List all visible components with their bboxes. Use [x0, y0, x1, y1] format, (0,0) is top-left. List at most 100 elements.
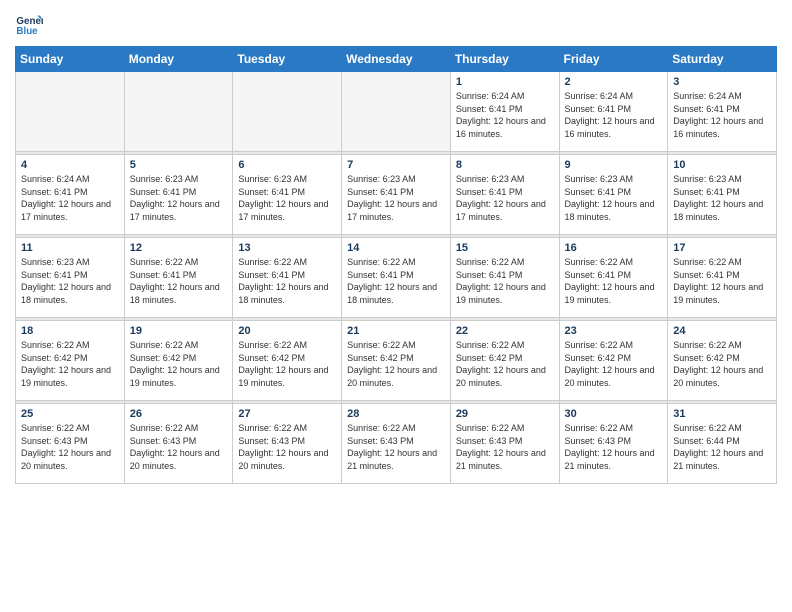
- day-cell: 10 Sunrise: 6:23 AMSunset: 6:41 PMDayligh…: [668, 155, 777, 235]
- day-number: 20: [238, 325, 336, 337]
- col-header-thursday: Thursday: [450, 47, 559, 72]
- day-number: 10: [673, 159, 771, 171]
- day-number: 19: [130, 325, 228, 337]
- week-row-3: 11 Sunrise: 6:23 AMSunset: 6:41 PMDayligh…: [16, 238, 777, 318]
- week-row-2: 4 Sunrise: 6:24 AMSunset: 6:41 PMDaylight…: [16, 155, 777, 235]
- logo: General Blue: [15, 10, 47, 38]
- day-info: Sunrise: 6:22 AMSunset: 6:41 PMDaylight:…: [238, 256, 336, 306]
- day-cell: 31 Sunrise: 6:22 AMSunset: 6:44 PMDayligh…: [668, 404, 777, 484]
- day-info: Sunrise: 6:23 AMSunset: 6:41 PMDaylight:…: [347, 173, 445, 223]
- col-header-friday: Friday: [559, 47, 668, 72]
- day-number: 16: [565, 242, 663, 254]
- day-cell: 16 Sunrise: 6:22 AMSunset: 6:41 PMDayligh…: [559, 238, 668, 318]
- day-info: Sunrise: 6:23 AMSunset: 6:41 PMDaylight:…: [130, 173, 228, 223]
- col-header-monday: Monday: [124, 47, 233, 72]
- week-row-4: 18 Sunrise: 6:22 AMSunset: 6:42 PMDayligh…: [16, 321, 777, 401]
- col-header-wednesday: Wednesday: [342, 47, 451, 72]
- day-info: Sunrise: 6:22 AMSunset: 6:41 PMDaylight:…: [673, 256, 771, 306]
- day-number: 14: [347, 242, 445, 254]
- day-info: Sunrise: 6:22 AMSunset: 6:43 PMDaylight:…: [347, 422, 445, 472]
- day-number: 4: [21, 159, 119, 171]
- day-info: Sunrise: 6:23 AMSunset: 6:41 PMDaylight:…: [673, 173, 771, 223]
- day-info: Sunrise: 6:24 AMSunset: 6:41 PMDaylight:…: [456, 90, 554, 140]
- svg-text:Blue: Blue: [16, 26, 38, 37]
- day-cell: 24Sunrise: 6:22 AMSunset: 6:42 PMDayligh…: [668, 321, 777, 401]
- day-number: 8: [456, 159, 554, 171]
- day-number: 12: [130, 242, 228, 254]
- day-cell: 28Sunrise: 6:22 AMSunset: 6:43 PMDayligh…: [342, 404, 451, 484]
- day-number: 26: [130, 408, 228, 420]
- day-info: Sunrise: 6:22 AMSunset: 6:43 PMDaylight:…: [130, 422, 228, 472]
- day-cell: 4 Sunrise: 6:24 AMSunset: 6:41 PMDaylight…: [16, 155, 125, 235]
- day-info: Sunrise: 6:23 AMSunset: 6:41 PMDaylight:…: [238, 173, 336, 223]
- day-cell: 8 Sunrise: 6:23 AMSunset: 6:41 PMDaylight…: [450, 155, 559, 235]
- day-info: Sunrise: 6:22 AMSunset: 6:41 PMDaylight:…: [347, 256, 445, 306]
- col-header-saturday: Saturday: [668, 47, 777, 72]
- day-number: 29: [456, 408, 554, 420]
- day-info: Sunrise: 6:22 AMSunset: 6:42 PMDaylight:…: [565, 339, 663, 389]
- day-info: Sunrise: 6:22 AMSunset: 6:41 PMDaylight:…: [130, 256, 228, 306]
- calendar-table: SundayMondayTuesdayWednesdayThursdayFrid…: [15, 46, 777, 484]
- day-info: Sunrise: 6:22 AMSunset: 6:43 PMDaylight:…: [565, 422, 663, 472]
- day-number: 7: [347, 159, 445, 171]
- day-cell: 11 Sunrise: 6:23 AMSunset: 6:41 PMDayligh…: [16, 238, 125, 318]
- day-cell: 12 Sunrise: 6:22 AMSunset: 6:41 PMDayligh…: [124, 238, 233, 318]
- day-info: Sunrise: 6:22 AMSunset: 6:42 PMDaylight:…: [347, 339, 445, 389]
- day-number: 5: [130, 159, 228, 171]
- day-info: Sunrise: 6:22 AMSunset: 6:42 PMDaylight:…: [21, 339, 119, 389]
- calendar-header-row: SundayMondayTuesdayWednesdayThursdayFrid…: [16, 47, 777, 72]
- day-info: Sunrise: 6:22 AMSunset: 6:43 PMDaylight:…: [456, 422, 554, 472]
- day-cell: 7 Sunrise: 6:23 AMSunset: 6:41 PMDaylight…: [342, 155, 451, 235]
- day-number: 1: [456, 76, 554, 88]
- day-info: Sunrise: 6:22 AMSunset: 6:44 PMDaylight:…: [673, 422, 771, 472]
- day-cell: 2Sunrise: 6:24 AMSunset: 6:41 PMDaylight…: [559, 72, 668, 152]
- day-cell: 1 Sunrise: 6:24 AMSunset: 6:41 PMDaylight…: [450, 72, 559, 152]
- day-info: Sunrise: 6:22 AMSunset: 6:41 PMDaylight:…: [456, 256, 554, 306]
- day-number: 27: [238, 408, 336, 420]
- day-info: Sunrise: 6:24 AMSunset: 6:41 PMDaylight:…: [21, 173, 119, 223]
- day-number: 6: [238, 159, 336, 171]
- day-number: 11: [21, 242, 119, 254]
- day-number: 22: [456, 325, 554, 337]
- day-cell: 18 Sunrise: 6:22 AMSunset: 6:42 PMDayligh…: [16, 321, 125, 401]
- day-number: 15: [456, 242, 554, 254]
- day-cell: 5 Sunrise: 6:23 AMSunset: 6:41 PMDaylight…: [124, 155, 233, 235]
- day-number: 17: [673, 242, 771, 254]
- day-number: 13: [238, 242, 336, 254]
- col-header-tuesday: Tuesday: [233, 47, 342, 72]
- day-info: Sunrise: 6:22 AMSunset: 6:42 PMDaylight:…: [238, 339, 336, 389]
- logo-icon: General Blue: [15, 10, 43, 38]
- day-cell: 23Sunrise: 6:22 AMSunset: 6:42 PMDayligh…: [559, 321, 668, 401]
- day-cell: [16, 72, 125, 152]
- day-cell: 17 Sunrise: 6:22 AMSunset: 6:41 PMDayligh…: [668, 238, 777, 318]
- day-info: Sunrise: 6:22 AMSunset: 6:41 PMDaylight:…: [565, 256, 663, 306]
- day-cell: 20 Sunrise: 6:22 AMSunset: 6:42 PMDayligh…: [233, 321, 342, 401]
- day-number: 31: [673, 408, 771, 420]
- day-cell: 29 Sunrise: 6:22 AMSunset: 6:43 PMDayligh…: [450, 404, 559, 484]
- day-cell: 21 Sunrise: 6:22 AMSunset: 6:42 PMDayligh…: [342, 321, 451, 401]
- day-info: Sunrise: 6:22 AMSunset: 6:42 PMDaylight:…: [456, 339, 554, 389]
- day-number: 21: [347, 325, 445, 337]
- day-cell: [342, 72, 451, 152]
- day-cell: 25Sunrise: 6:22 AMSunset: 6:43 PMDayligh…: [16, 404, 125, 484]
- day-info: Sunrise: 6:22 AMSunset: 6:42 PMDaylight:…: [130, 339, 228, 389]
- day-number: 30: [565, 408, 663, 420]
- day-number: 18: [21, 325, 119, 337]
- day-cell: [124, 72, 233, 152]
- day-number: 9: [565, 159, 663, 171]
- week-row-5: 25Sunrise: 6:22 AMSunset: 6:43 PMDayligh…: [16, 404, 777, 484]
- day-cell: 6 Sunrise: 6:23 AMSunset: 6:41 PMDaylight…: [233, 155, 342, 235]
- day-info: Sunrise: 6:24 AMSunset: 6:41 PMDaylight:…: [673, 90, 771, 140]
- day-cell: 14 Sunrise: 6:22 AMSunset: 6:41 PMDayligh…: [342, 238, 451, 318]
- day-number: 3: [673, 76, 771, 88]
- day-cell: 27 Sunrise: 6:22 AMSunset: 6:43 PMDayligh…: [233, 404, 342, 484]
- day-info: Sunrise: 6:22 AMSunset: 6:43 PMDaylight:…: [238, 422, 336, 472]
- col-header-sunday: Sunday: [16, 47, 125, 72]
- day-number: 2: [565, 76, 663, 88]
- day-cell: 13 Sunrise: 6:22 AMSunset: 6:41 PMDayligh…: [233, 238, 342, 318]
- day-cell: 26 Sunrise: 6:22 AMSunset: 6:43 PMDayligh…: [124, 404, 233, 484]
- day-info: Sunrise: 6:23 AMSunset: 6:41 PMDaylight:…: [21, 256, 119, 306]
- day-info: Sunrise: 6:23 AMSunset: 6:41 PMDaylight:…: [456, 173, 554, 223]
- day-number: 24: [673, 325, 771, 337]
- day-cell: [233, 72, 342, 152]
